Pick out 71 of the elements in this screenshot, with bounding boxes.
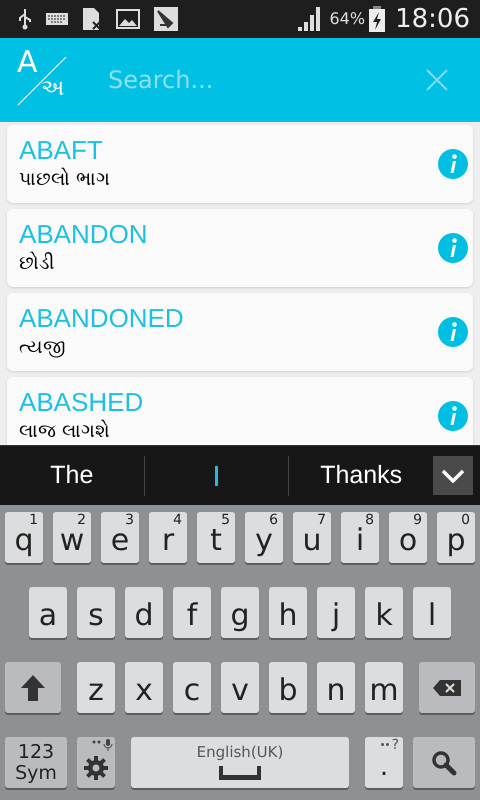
key-hint: 0 [461,513,470,527]
settings-icon [83,754,109,780]
gujarati-meaning: ત્યજી [19,335,67,360]
key-hint: 3 [125,513,134,527]
keyboard-key[interactable]: f [173,587,211,638]
english-word: ABANDONED [19,303,184,333]
clock: 18:06 [395,2,470,36]
logo-letter: અ [41,78,64,100]
sim-card-icon [82,7,102,31]
keyboard-key[interactable]: s [77,587,115,638]
english-word: ABASHED [19,387,144,417]
logo-letter: A [17,48,38,78]
close-icon [425,68,449,92]
keyboard-key[interactable]: j [317,587,355,638]
keyboard-key[interactable]: z [77,662,115,713]
text-cursor-icon [215,466,218,486]
symbols-key[interactable]: 123 Sym [5,737,67,788]
settings-key[interactable] [77,737,115,788]
key-hint: 2 [77,513,86,527]
keyboard-key[interactable]: b [269,662,307,713]
word-card[interactable]: ABASHED લાજ લાગશે [7,377,473,445]
key-hint: 7 [317,513,326,527]
shift-key[interactable] [5,662,61,713]
key-hint: 5 [221,513,230,527]
app-icon [154,7,178,31]
shift-arrow-icon [20,674,46,702]
keyboard-key[interactable]: h [269,587,307,638]
space-key[interactable]: English(UK) [131,737,349,788]
key-hint: 8 [365,513,374,527]
key-hint: ? [392,738,399,752]
suggestion-word[interactable]: The [50,456,94,494]
image-icon [116,9,140,29]
word-card[interactable]: ABANDONED ત્યજી [7,293,473,371]
english-word: ABAFT [19,135,104,165]
microphone-dots-icon [91,739,113,751]
more-dots-icon [381,743,389,746]
keyboard-key[interactable]: k [365,587,403,638]
search-field[interactable]: Search... [108,62,368,98]
keyboard-key[interactable]: v [221,662,259,713]
keyboard-key[interactable]: g [221,587,259,638]
english-word: ABANDON [19,219,148,249]
keyboard-icon [46,13,68,25]
word-card[interactable]: ABAFT પાછલો ભાગ [7,125,473,203]
backspace-key[interactable] [419,662,475,713]
collapse-button[interactable] [433,456,474,495]
keyboard-key[interactable]: a [29,587,67,638]
search-key[interactable] [413,737,475,788]
keyboard-key[interactable]: l [413,587,451,638]
gujarati-meaning: લાજ લાગશે [19,418,112,444]
battery-charging-icon [369,6,386,32]
usb-icon [18,8,32,30]
keyboard-key[interactable]: c [173,662,211,713]
gujarati-meaning: પાછલો ભાગ [19,166,110,192]
signal-icon [298,7,320,31]
keyboard-key[interactable]: d [125,587,163,638]
keyboard-key[interactable]: x [125,662,163,713]
key-hint: 6 [269,513,278,527]
key-hint: 4 [173,513,182,527]
backspace-icon [433,680,461,696]
key-hint: 9 [413,513,422,527]
word-card[interactable]: ABANDON છોડી [7,209,473,287]
battery-percentage: 64% [330,8,366,30]
space-bar-icon [219,766,261,780]
key-hint: 1 [29,513,38,527]
gujarati-meaning: છોડી [19,250,55,276]
period-key[interactable]: ? . [365,737,403,788]
suggestion-word[interactable]: Thanks [320,456,402,494]
keyboard-key[interactable]: n [317,662,355,713]
keyboard-key[interactable]: m [365,662,403,713]
chevron-down-icon [441,468,466,482]
search-icon [431,750,457,776]
